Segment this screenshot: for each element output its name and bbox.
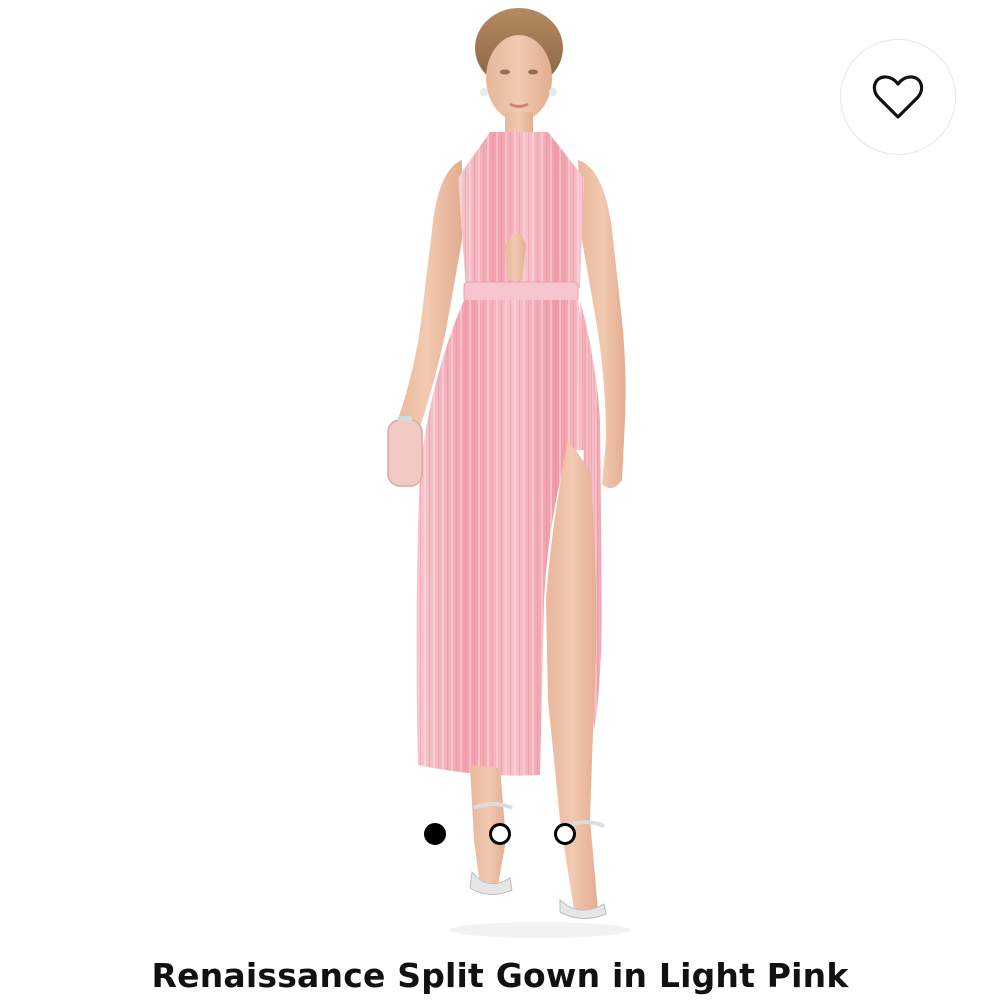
carousel-dot-2[interactable] bbox=[489, 823, 511, 845]
model-in-gown-illustration bbox=[387, 8, 630, 938]
heart-outline-icon bbox=[872, 74, 924, 120]
product-image[interactable] bbox=[0, 0, 1000, 945]
carousel-dot-3[interactable] bbox=[554, 823, 576, 845]
product-title: Renaissance Split Gown in Light Pink bbox=[151, 956, 849, 995]
image-carousel-indicators bbox=[424, 823, 576, 845]
product-detail-page: Renaissance Split Gown in Light Pink bbox=[0, 0, 1000, 1000]
add-to-wishlist-button[interactable] bbox=[840, 39, 956, 155]
carousel-dot-1[interactable] bbox=[424, 823, 446, 845]
